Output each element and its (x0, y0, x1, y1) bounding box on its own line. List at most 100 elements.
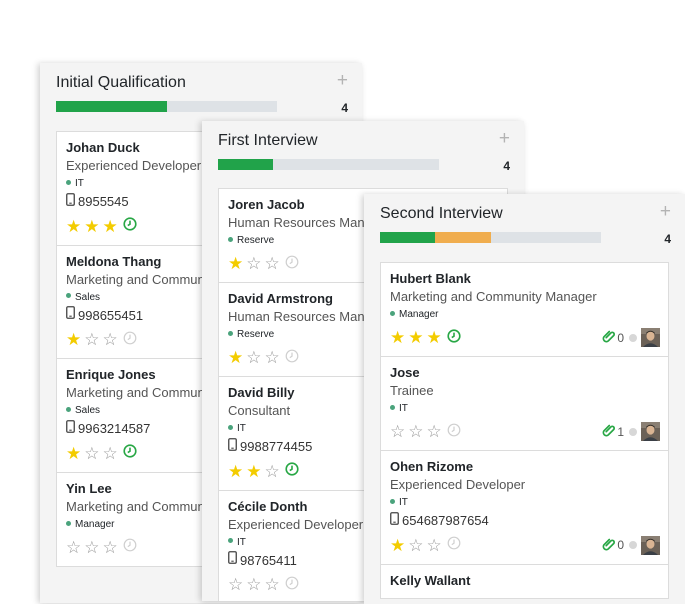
tag-label: Manager (75, 518, 115, 530)
star-filled-icon[interactable]: ★ (228, 349, 243, 367)
applicant-tag: IT (390, 495, 659, 511)
tag-color-dot (390, 498, 395, 504)
applicant-name: Jose (390, 365, 420, 380)
tag-label: IT (237, 536, 246, 548)
applicant-name: Hubert Blank (390, 271, 471, 286)
tag-color-dot (228, 330, 233, 336)
column-title: First Interview (218, 132, 318, 149)
clock-icon[interactable] (447, 423, 461, 442)
mobile-phone-icon (228, 437, 237, 456)
progress-segment[interactable] (56, 101, 167, 112)
column-progress-bar[interactable] (218, 159, 439, 170)
column-count: 4 (503, 159, 510, 173)
clock-icon[interactable] (285, 349, 299, 368)
card-meta: 0 (602, 328, 660, 347)
mobile-phone-icon (390, 511, 399, 530)
star-empty-icon[interactable]: ☆ (66, 538, 81, 557)
progress-segment[interactable] (218, 159, 274, 170)
paperclip-icon[interactable] (602, 329, 616, 346)
star-empty-icon[interactable]: ☆ (390, 423, 405, 441)
clock-icon[interactable] (123, 217, 137, 236)
star-empty-icon[interactable]: ☆ (265, 255, 280, 273)
applicant-tag: Manager (390, 307, 659, 323)
plus-icon[interactable]: + (499, 129, 510, 149)
clock-icon[interactable] (447, 328, 461, 348)
star-empty-icon[interactable]: ☆ (84, 331, 99, 349)
plus-icon[interactable]: + (337, 71, 348, 91)
job-position: Trainee (390, 383, 434, 398)
star-empty-icon[interactable]: ☆ (265, 576, 280, 594)
star-empty-icon[interactable]: ☆ (246, 576, 261, 594)
star-filled-icon[interactable]: ★ (408, 329, 423, 347)
plus-icon[interactable]: + (660, 202, 671, 222)
column-progress-bar[interactable] (380, 232, 601, 243)
star-empty-icon[interactable]: ☆ (103, 444, 118, 463)
tag-label: IT (399, 497, 408, 508)
phone-number: 9963214587 (78, 421, 151, 437)
star-empty-icon[interactable]: ☆ (84, 538, 99, 557)
column-count: 4 (664, 232, 671, 246)
star-filled-icon[interactable]: ★ (66, 217, 81, 236)
star-empty-icon[interactable]: ☆ (84, 444, 99, 463)
clock-icon[interactable] (447, 536, 461, 555)
clock-icon[interactable] (285, 255, 299, 274)
clock-icon[interactable] (123, 444, 137, 463)
applicant-name: Ohen Rizome (390, 459, 474, 474)
star-filled-icon[interactable]: ★ (427, 329, 442, 347)
star-empty-icon[interactable]: ☆ (408, 423, 423, 441)
kanban-card[interactable]: Hubert Blank Marketing and Community Mana… (381, 263, 668, 357)
star-empty-icon[interactable]: ☆ (228, 576, 243, 594)
kanban-card[interactable]: Kelly Wallant (381, 565, 668, 598)
clock-icon[interactable] (285, 462, 299, 481)
kanban-state-dot[interactable] (629, 333, 637, 342)
tag-label: Sales (75, 291, 101, 303)
mobile-phone-icon (66, 306, 75, 324)
attachment-count: 0 (617, 330, 624, 345)
column-header: First Interview + 4 (202, 121, 524, 185)
star-empty-icon[interactable]: ☆ (246, 349, 261, 367)
progress-segment[interactable] (380, 232, 436, 243)
card-meta: 1 (602, 422, 660, 441)
star-filled-icon[interactable]: ★ (228, 255, 243, 273)
progress-segment[interactable] (435, 232, 491, 243)
phone-number: 9988774455 (240, 439, 313, 454)
star-filled-icon[interactable]: ★ (390, 329, 405, 347)
star-filled-icon[interactable]: ★ (84, 217, 99, 236)
clock-icon[interactable] (123, 331, 137, 350)
clock-icon[interactable] (285, 576, 299, 595)
tag-color-dot (66, 293, 71, 299)
star-empty-icon[interactable]: ☆ (408, 536, 423, 555)
star-filled-icon[interactable]: ★ (246, 462, 261, 481)
star-empty-icon[interactable]: ☆ (265, 349, 280, 367)
tag-label: IT (75, 178, 84, 189)
paperclip-icon[interactable] (602, 423, 616, 440)
card-meta: 0 (602, 535, 660, 555)
applicant-phone: 654687987654 (390, 511, 659, 531)
star-empty-icon[interactable]: ☆ (103, 538, 118, 557)
paperclip-icon[interactable] (602, 537, 616, 554)
star-empty-icon[interactable]: ☆ (427, 536, 442, 555)
star-filled-icon[interactable]: ★ (390, 536, 405, 555)
star-filled-icon[interactable]: ★ (66, 331, 81, 349)
kanban-state-dot[interactable] (629, 427, 637, 436)
clock-icon[interactable] (123, 538, 137, 557)
mobile-phone-icon (228, 551, 237, 569)
column-title: Second Interview (380, 205, 503, 222)
star-filled-icon[interactable]: ★ (103, 217, 118, 236)
kanban-state-dot[interactable] (629, 541, 637, 550)
phone-number: 998655451 (78, 307, 144, 323)
star-empty-icon[interactable]: ☆ (265, 462, 280, 481)
column-title: Initial Qualification (56, 74, 186, 91)
column-progress-bar[interactable] (56, 101, 277, 112)
star-filled-icon[interactable]: ★ (228, 462, 243, 481)
star-empty-icon[interactable]: ☆ (103, 331, 118, 349)
star-filled-icon[interactable]: ★ (66, 444, 81, 463)
star-empty-icon[interactable]: ☆ (427, 423, 442, 441)
tag-color-dot (390, 404, 395, 410)
kanban-card[interactable]: Ohen Rizome Experienced Developer IT 654687… (381, 451, 668, 565)
star-empty-icon[interactable]: ☆ (246, 255, 261, 273)
kanban-card[interactable]: Jose Trainee IT ☆ ☆ ☆ 1 (381, 357, 668, 451)
column-header: Initial Qualification + 4 (40, 63, 362, 127)
mobile-phone-icon (66, 192, 75, 211)
user-avatar (641, 422, 660, 441)
